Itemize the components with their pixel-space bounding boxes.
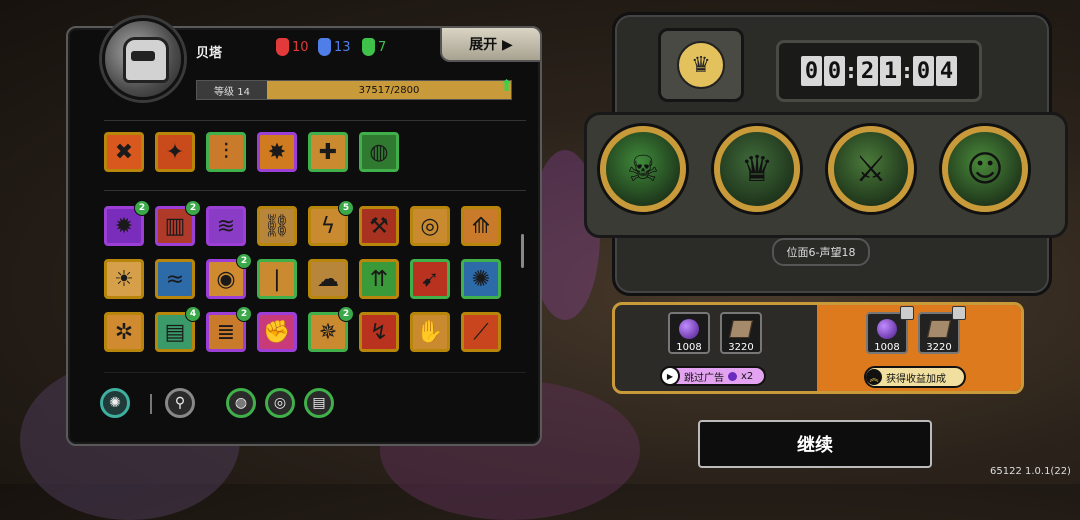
- expand-button[interactable]: 展开 ▶: [440, 26, 542, 62]
- skill-scrollbar[interactable]: [521, 234, 524, 268]
- xp-text: 37517/2800: [358, 84, 420, 96]
- blue-token-count: 13: [334, 39, 351, 55]
- lock-icon: [900, 306, 914, 320]
- claw-slash-icon[interactable]: ✦: [155, 132, 195, 172]
- reward-value: 3220: [728, 342, 754, 353]
- purple-drip-icon[interactable]: ≋: [206, 206, 246, 246]
- count-badge: 2: [185, 200, 201, 216]
- beetle-enemy-icon[interactable]: ☠: [600, 126, 686, 212]
- demon-enemy-icon[interactable]: ♛: [714, 126, 800, 212]
- count-badge: 4: [185, 306, 201, 322]
- goggles-enemy-icon[interactable]: ☺: [942, 126, 1028, 212]
- grey-filter-icon[interactable]: ◎: [265, 388, 295, 418]
- continue-button[interactable]: 继续: [698, 420, 932, 468]
- red-mask-icon: [276, 38, 289, 56]
- vortex-icon[interactable]: ✺: [461, 259, 501, 299]
- timer-digit: 1: [880, 56, 901, 86]
- blue-token: 13: [318, 38, 351, 56]
- axe-icon[interactable]: ⚒: [359, 206, 399, 246]
- level-progress-bar: 等级 14 37517/2800: [196, 80, 512, 100]
- timer-digit: 2: [857, 56, 878, 86]
- player-avatar[interactable]: [102, 18, 184, 100]
- slash-arrows-icon[interactable]: ↯: [359, 312, 399, 352]
- play-icon: ▶: [660, 366, 680, 386]
- reward-value: 1008: [874, 342, 900, 353]
- run-timer: 0 0 : 2 1 : 0 4: [776, 40, 982, 102]
- spikes-icon[interactable]: ⟰: [461, 206, 501, 246]
- crown-icon: ♛: [677, 41, 725, 89]
- blue-mask-icon: [318, 38, 331, 56]
- skip-ad-button[interactable]: ▶ 跳过广告 x2: [660, 366, 766, 386]
- count-badge: 2: [338, 306, 354, 322]
- green-mask-icon: [362, 38, 375, 56]
- warrior-filter-icon[interactable]: ⚲: [165, 388, 195, 418]
- timer-digit: 0: [801, 56, 822, 86]
- timer-colon: :: [847, 59, 855, 83]
- count-badge: 2: [236, 253, 252, 269]
- spiral-icon[interactable]: ◎: [410, 206, 450, 246]
- level-up-icon[interactable]: ⬆: [500, 76, 513, 95]
- ad-multiplier: x2: [741, 370, 754, 382]
- chevron-up-icon: ︽: [866, 369, 882, 385]
- reward-value: 3220: [926, 342, 952, 353]
- arrow-rain-icon[interactable]: ⇈: [359, 259, 399, 299]
- version-label: 65122 1.0.1(22): [990, 466, 1071, 477]
- green-token: 7: [362, 38, 386, 56]
- purple-filter-icon[interactable]: ◍: [226, 388, 256, 418]
- book-filter-icon[interactable]: ▤: [304, 388, 334, 418]
- cross-slash-icon[interactable]: ✖: [104, 132, 144, 172]
- boost-earnings-button[interactable]: ︽ 获得收益加成: [864, 366, 966, 388]
- all-filter-icon[interactable]: ✺: [100, 388, 130, 418]
- boost-label: 获得收益加成: [886, 373, 946, 385]
- divider: [104, 372, 526, 373]
- green-orb-icon[interactable]: ◍: [359, 132, 399, 172]
- gear-icon[interactable]: ✲: [104, 312, 144, 352]
- player-name: 贝塔: [196, 46, 223, 61]
- purple-orb-icon: [877, 319, 897, 339]
- claw-hand-icon[interactable]: ✋: [410, 312, 450, 352]
- count-badge: 2: [134, 200, 150, 216]
- sunrise-icon[interactable]: ☀: [104, 259, 144, 299]
- divider: [104, 190, 526, 191]
- shark-icon[interactable]: ≈: [155, 259, 195, 299]
- star-burst-icon[interactable]: ✸: [257, 132, 297, 172]
- purple-orb-icon: [728, 371, 737, 381]
- divider: [104, 120, 526, 121]
- lock-icon: [952, 306, 966, 320]
- green-token-count: 7: [378, 39, 387, 55]
- brick-icon: [729, 320, 753, 338]
- timer-colon: :: [903, 59, 911, 83]
- purple-orb-icon: [679, 319, 699, 339]
- red-arrow-icon[interactable]: ➹: [410, 259, 450, 299]
- fist-icon[interactable]: ✊: [257, 312, 297, 352]
- bamboo-icon[interactable]: ⫶: [206, 132, 246, 172]
- count-badge: 5: [338, 200, 354, 216]
- visor-icon: [131, 51, 155, 61]
- filter-divider: [150, 394, 152, 414]
- boss-indicator: ♛: [658, 28, 744, 102]
- totem-icon[interactable]: ✚: [308, 132, 348, 172]
- skull-cloud-icon[interactable]: ☁: [308, 259, 348, 299]
- stage-label: 位面6-声望18: [772, 238, 870, 266]
- timer-digit: 0: [824, 56, 845, 86]
- light-beam-icon[interactable]: ❘: [257, 259, 297, 299]
- flame-streak-icon[interactable]: ⟋: [461, 312, 501, 352]
- red-token-count: 10: [292, 39, 309, 55]
- timer-digit: 4: [936, 56, 957, 86]
- chain-icon[interactable]: ⛓: [257, 206, 297, 246]
- red-token: 10: [276, 38, 309, 56]
- skip-ad-label: 跳过广告: [684, 372, 724, 384]
- timer-digit: 0: [913, 56, 934, 86]
- brick-icon: [927, 320, 951, 338]
- reward-value: 1008: [676, 342, 702, 353]
- count-badge: 2: [236, 306, 252, 322]
- level-label: 等级 14: [197, 81, 267, 99]
- armored-enemy-icon[interactable]: ⚔: [828, 126, 914, 212]
